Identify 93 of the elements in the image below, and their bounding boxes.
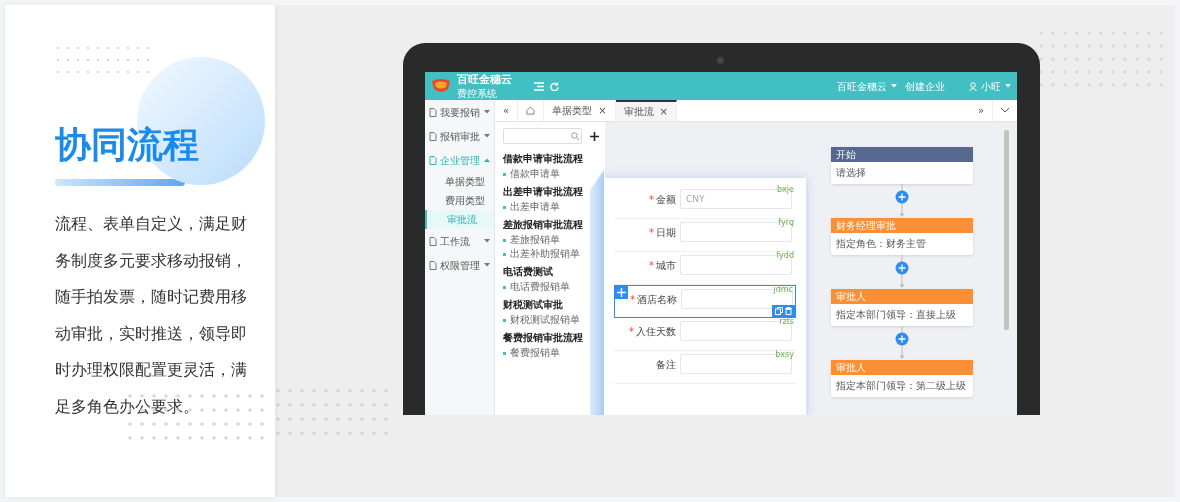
caret-icon [891, 84, 897, 88]
sidebar-item[interactable]: 报销审批 [425, 124, 494, 148]
bullet-icon [503, 172, 506, 176]
caret-icon [484, 239, 490, 243]
trash-icon[interactable] [785, 307, 792, 315]
close-icon[interactable]: × [659, 104, 668, 119]
flow-title[interactable]: 电话费测试 [503, 263, 553, 280]
bullet-icon [503, 205, 506, 209]
flow-title[interactable]: 差旅报销审批流程 [503, 216, 583, 233]
form-link[interactable]: 出差补助报销单 [510, 247, 580, 261]
brand-subtitle: 费控系统 [457, 88, 498, 99]
scroll-right-button[interactable]: » [969, 100, 993, 121]
form-link[interactable]: 电话费报销单 [510, 280, 570, 294]
brand-name: 百旺金穗云 [457, 73, 512, 85]
bullet-icon [503, 351, 506, 355]
caret-icon [484, 110, 490, 114]
required-mark: * [649, 194, 654, 205]
field-code: bxje [777, 186, 794, 194]
node-title: 开始 [831, 147, 973, 162]
add-node-connector[interactable] [895, 326, 909, 360]
flow-title[interactable]: 餐费报销审批流程 [503, 329, 583, 346]
sidebar-item[interactable]: 工作流 [425, 229, 494, 253]
node-title: 审批人 [831, 360, 973, 375]
field-code: jdmc [773, 286, 793, 294]
camera-icon [717, 57, 724, 64]
bullet-icon [503, 252, 506, 256]
field-label: 备注 [656, 359, 676, 370]
scrollbar[interactable] [1004, 130, 1009, 330]
feature-description: 流程、表单自定义，满足财务制度多元要求移动报销，随手拍发票，随时记费用移动审批，实时推送，领导即时办理权限配置更灵活，满足多角色办公要求。 [55, 214, 248, 418]
caret-icon [484, 134, 490, 138]
flow-title[interactable]: 出差申请审批流程 [503, 183, 583, 200]
home-icon[interactable] [526, 106, 536, 115]
form-link[interactable]: 差旅报销单 [510, 233, 560, 247]
tab[interactable]: 单据类型 × [544, 100, 616, 121]
node-text: 请选择 [835, 166, 867, 180]
document-icon [429, 131, 437, 141]
node-text: 指定本部门领导：直接上级 [835, 308, 957, 322]
document-icon [429, 107, 437, 117]
flow-title[interactable]: 借款申请审批流程 [503, 150, 583, 167]
sidebar-item[interactable]: 我要报销 [425, 100, 494, 124]
field-label: 城市 [656, 260, 676, 271]
required-mark: * [649, 260, 654, 271]
document-icon [429, 260, 437, 270]
field-code: fyrq [778, 219, 794, 227]
bullet-icon [503, 285, 506, 289]
search-icon [571, 132, 580, 140]
node-title: 财务经理审批 [831, 218, 973, 233]
caret-icon [1005, 84, 1011, 88]
field-code: rzts [779, 318, 794, 326]
field-label: 日期 [656, 227, 676, 238]
caret-icon [484, 263, 490, 267]
user-icon [969, 81, 977, 91]
required-mark: * [649, 227, 654, 238]
logo-icon [431, 77, 451, 95]
form-link[interactable]: 出差申请单 [510, 200, 560, 214]
add-icon[interactable] [590, 131, 599, 141]
search-field[interactable] [503, 128, 583, 144]
flow-title[interactable]: 财税测试审批 [503, 296, 563, 313]
add-node-connector[interactable] [895, 184, 909, 218]
field-label: 入住天数 [636, 326, 676, 337]
form-link[interactable]: 财税测试报销单 [510, 313, 580, 327]
field-code: bxsy [775, 351, 794, 359]
menu-icon[interactable] [534, 81, 544, 91]
flow-node[interactable]: 财务经理审批 指定角色：财务主管 [831, 218, 973, 255]
field-label: 酒店名称 [637, 294, 677, 305]
document-icon [429, 155, 437, 165]
node-text: 指定本部门领导：第二级上级 [835, 379, 967, 393]
node-text: 指定角色：财务主管 [835, 237, 927, 251]
chevron-down-icon[interactable] [1001, 108, 1009, 113]
flow-node[interactable]: 开始 请选择 [831, 147, 973, 184]
bullet-icon [503, 318, 506, 322]
caret-icon [484, 158, 490, 162]
flow-node[interactable]: 审批人 指定本部门领导：直接上级 [831, 289, 973, 326]
tab[interactable]: 审批流 × [615, 100, 677, 121]
sidebar-subitem[interactable]: 单据类型 [425, 172, 494, 191]
form-link[interactable]: 借款申请单 [510, 167, 560, 181]
node-title: 审批人 [831, 289, 973, 304]
required-mark: * [629, 326, 634, 337]
sidebar-subitem[interactable]: 费用类型 [425, 191, 494, 210]
bullet-icon [503, 238, 506, 242]
flow-node[interactable]: 审批人 指定本部门领导：第二级上级 [831, 360, 973, 397]
document-icon [429, 236, 437, 246]
refresh-icon[interactable] [550, 81, 559, 91]
add-node-connector[interactable] [895, 255, 909, 289]
feature-title: 协同流程 [55, 123, 200, 167]
form-link[interactable]: 餐费报销单 [510, 346, 560, 360]
required-mark: * [630, 294, 635, 305]
scroll-left-button[interactable]: « [495, 100, 519, 121]
move-icon[interactable] [615, 286, 628, 299]
close-icon[interactable]: × [598, 103, 607, 118]
field-code: fydd [776, 252, 794, 260]
field-label: 金额 [656, 194, 676, 205]
sidebar-item[interactable]: 权限管理 [425, 253, 494, 277]
